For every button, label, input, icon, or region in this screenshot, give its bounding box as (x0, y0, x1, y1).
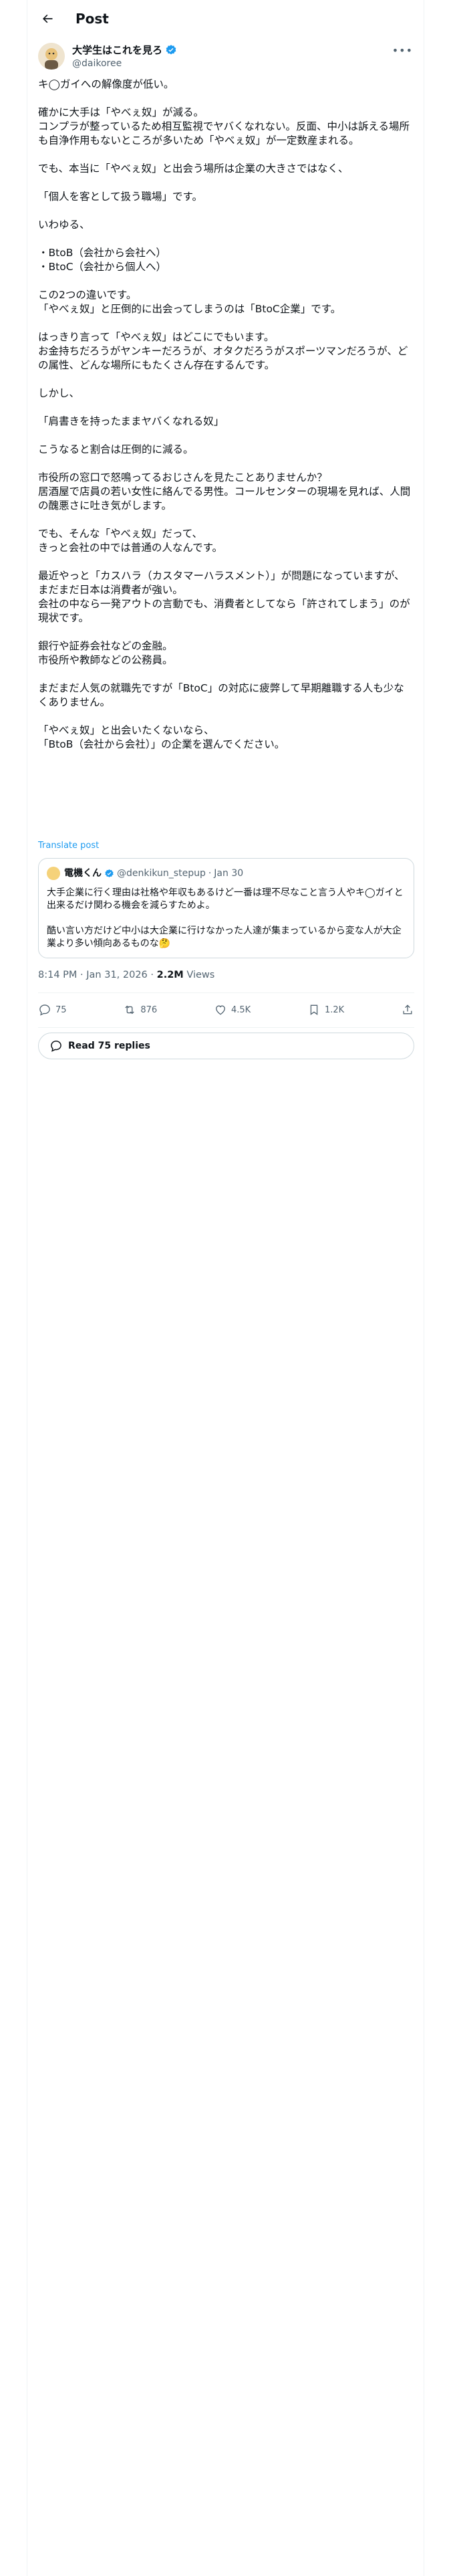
author-handle[interactable]: @daikoree (72, 58, 122, 70)
like-count: 4.5K (231, 1004, 251, 1015)
back-button[interactable] (38, 9, 57, 28)
post-line: ・BtoC（会社から個人へ） (38, 261, 167, 273)
post-line: 「やべぇ奴」と圧倒的に出会ってしまうのは「BtoC企業」です。 (38, 303, 341, 315)
quoted-post-date: Jan 30 (214, 868, 244, 879)
chat-bubble-icon (51, 1041, 61, 1052)
quote-line: 酷い言い方だけど中小は大企業に行けなかった人達が集まっているから変な人が大企業よ… (47, 926, 402, 949)
bookmark-count: 1.2K (324, 1004, 345, 1015)
share-button[interactable] (401, 1003, 414, 1016)
post-line: でも、本当に「やべぇ奴」と出会う場所は企業の大きさではなく、 (38, 163, 349, 175)
post-line: 会社の中なら一発アウトの言動でも、消費者としてなら「許されてしまう」のが現状です… (38, 598, 410, 624)
post-line: 居酒屋で店員の若い女性に絡んでる男性。コールセンターの現場を見れば、人間の醜悪さ… (38, 486, 411, 512)
reply-icon (39, 1004, 50, 1016)
post-timestamp[interactable]: 8:14 PM · Jan 31, 2026 (38, 970, 148, 980)
quoted-post[interactable]: 電機くん @denkikun_stepup · Jan 30 大手企業に行く理由… (38, 858, 414, 958)
repost-button[interactable]: 876 (123, 1003, 157, 1016)
post-line: でも、そんな「やべぇ奴」だって、 (38, 528, 202, 540)
post-line: コンプラが整っているため相互監視でヤバくなれない。反面、中小は訴える場所も自浄作… (38, 120, 410, 146)
verified-badge-icon (105, 869, 114, 877)
author-name[interactable]: 大学生はこれを見ろ (72, 43, 177, 57)
verified-badge-icon (166, 45, 176, 55)
more-options-button[interactable]: ••• (392, 44, 413, 57)
post-line: 「やべぇ奴」と出会いたくないなら、 (38, 724, 214, 736)
post-line: この2つの違いです。 (38, 289, 137, 301)
post-line: 「肩書きを持ったままヤバくなれる奴」 (38, 415, 224, 427)
like-button[interactable]: 4.5K (214, 1003, 251, 1016)
post-line: 市役所や教師などの公務員。 (38, 654, 173, 666)
repost-icon (125, 1005, 135, 1014)
post-line: いわゆる、 (38, 219, 90, 231)
quoted-post-text: 大手企業に行く理由は社格や年収もあるけど一番は理不尽なこと言う人やキ◯ガイと出来… (47, 887, 406, 950)
heart-icon (216, 1005, 225, 1015)
bookmark-button[interactable]: 1.2K (307, 1003, 344, 1016)
post-line: お金持ちだろうがヤンキーだろうが、オタクだろうがスポーツマンだろうが、どの属性、… (38, 345, 408, 371)
views-label: Views (186, 970, 215, 980)
repost-count: 876 (140, 1004, 158, 1015)
divider (38, 992, 414, 993)
translate-post-link[interactable]: Translate post (38, 841, 99, 851)
post-line: こうなると割合は圧倒的に減る。 (38, 443, 194, 455)
post-line: 確かに大手は「やべぇ奴」が減る。 (38, 106, 204, 118)
read-replies-label: Read 75 replies (68, 1041, 150, 1051)
reply-button[interactable]: 75 (38, 1003, 67, 1016)
bookmark-icon (310, 1004, 318, 1015)
page-title: Post (76, 11, 109, 27)
read-replies-button[interactable]: Read 75 replies (38, 1033, 414, 1059)
action-bar: 75 876 4.5K 1.2K (38, 994, 414, 1026)
post-line: 市役所の窓口で怒鳴ってるおじさんを見たことありませんか？ (38, 471, 327, 484)
post-line: 銀行や証券会社などの金融。 (38, 640, 173, 652)
quoted-author-avatar (47, 867, 60, 880)
views-count: 2.2M (156, 970, 184, 980)
post-text: キ◯ガイへの解像度が低い。確かに大手は「やべぇ奴」が減る。コンプラが整っているた… (38, 78, 414, 752)
post-line: 「BtoB（会社から会社）」の企業を選んでください。 (38, 738, 285, 750)
share-icon (403, 1004, 412, 1014)
reply-count: 75 (55, 1004, 67, 1015)
arrow-left-icon (43, 14, 53, 23)
more-icon: ••• (392, 44, 413, 57)
post-line: 最近やっと「カスハラ（カスタマーハラスメント）」が問題になっていますが、まだまだ… (38, 570, 405, 596)
quoted-post-header: 電機くん @denkikun_stepup · Jan 30 (64, 868, 244, 879)
author-avatar[interactable] (38, 43, 65, 70)
post-line: キ◯ガイへの解像度が低い。 (38, 78, 174, 90)
divider (38, 1027, 414, 1028)
post-line: きっと会社の中では普通の人なんです。 (38, 542, 223, 554)
post-meta: 8:14 PM · Jan 31, 2026 · 2.2M Views (38, 970, 215, 980)
top-bar: Post (27, 0, 425, 37)
post-line: 「個人を客として扱う職場」です。 (38, 191, 202, 203)
post-line: まだまだ人気の就職先ですが「BtoC」の対応に疲弊して早期離職する人も少なくあり… (38, 682, 404, 708)
post-line: はっきり言って「やべぇ奴」はどこにでもいます。 (38, 331, 275, 343)
quoted-author-handle: @denkikun_stepup (117, 868, 206, 879)
quote-line: 大手企業に行く理由は社格や年収もあるけど一番は理不尽なこと言う人やキ◯ガイと出来… (47, 887, 404, 911)
post-column: Post 大学生はこれを見ろ @daikoree ••• キ◯ガイへの解像度が低… (27, 0, 424, 2576)
post-line: ・BtoB（会社から会社へ） (38, 247, 166, 259)
quoted-author-name: 電機くん (64, 868, 102, 879)
post-line: しかし、 (38, 387, 80, 399)
